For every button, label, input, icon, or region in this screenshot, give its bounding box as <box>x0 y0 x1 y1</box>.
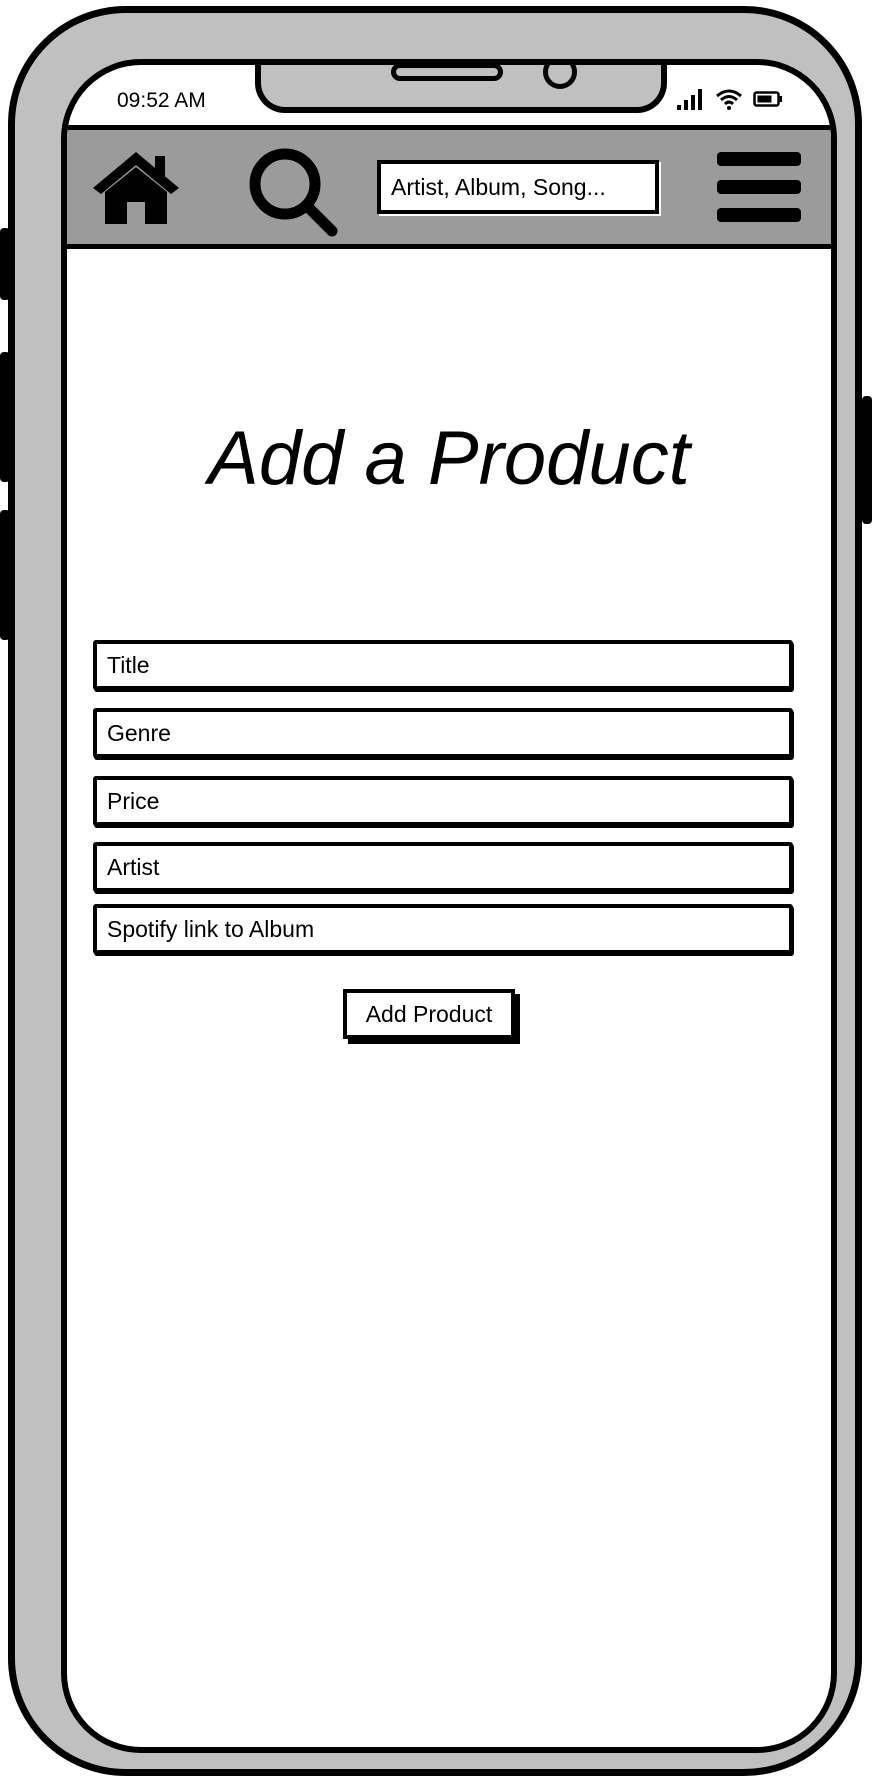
menu-bar-middle <box>717 180 801 194</box>
phone-screen: 09:52 AM Artist, Album, Song... Add a Pr… <box>61 59 837 1753</box>
battery-icon <box>753 91 782 107</box>
wifi-icon <box>716 89 742 110</box>
phone-notch <box>255 65 667 113</box>
front-camera <box>543 65 577 89</box>
price-field[interactable] <box>93 776 793 826</box>
menu-bar-bottom <box>717 208 801 222</box>
signal-icon <box>677 89 702 110</box>
title-field[interactable] <box>93 640 793 690</box>
search-input[interactable] <box>377 160 659 214</box>
genre-field[interactable] <box>93 708 793 758</box>
search-icon[interactable] <box>247 146 339 238</box>
page-title: Add a Product <box>208 416 690 501</box>
menu-bar-top <box>717 152 801 166</box>
status-icons <box>675 87 783 111</box>
artist-field[interactable] <box>93 842 793 892</box>
spotify-link-field[interactable] <box>93 904 793 954</box>
app-header <box>67 125 831 249</box>
power-button <box>862 396 872 524</box>
hamburger-menu-icon[interactable] <box>717 152 803 226</box>
speaker-grille <box>391 65 503 81</box>
phone-frame: 09:52 AM Artist, Album, Song... Add a Pr… <box>8 6 862 1776</box>
mockup-canvas: 09:52 AM Artist, Album, Song... Add a Pr… <box>0 0 872 1784</box>
status-time: 09:52 AM <box>117 89 206 112</box>
add-product-button[interactable]: Add Product <box>343 989 515 1039</box>
home-icon[interactable] <box>91 150 181 226</box>
